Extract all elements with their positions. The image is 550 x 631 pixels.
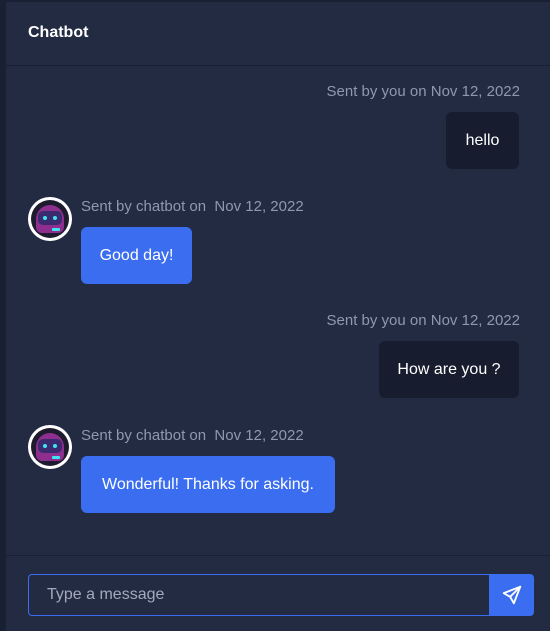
- chat-window: Chatbot Sent by you on Nov 12, 2022 hell…: [0, 0, 550, 631]
- message-meta: Sent by you on Nov 12, 2022: [326, 83, 520, 100]
- chatbot-avatar: [28, 425, 72, 469]
- message-list: Sent by you on Nov 12, 2022 hello Sent b…: [6, 66, 550, 555]
- chat-header: Chatbot: [6, 2, 550, 66]
- message-meta: Sent by you on Nov 12, 2022: [326, 312, 520, 329]
- message-meta: Sent by chatbot on Nov 12, 2022: [81, 427, 304, 444]
- chatbot-avatar: [28, 197, 72, 241]
- robot-icon: [28, 197, 72, 241]
- message-input[interactable]: [28, 574, 490, 616]
- bot-message-bubble: Good day!: [81, 227, 192, 284]
- user-message-bubble: How are you ?: [379, 341, 519, 398]
- send-button[interactable]: [489, 574, 534, 616]
- message-meta: Sent by chatbot on Nov 12, 2022: [81, 198, 304, 215]
- send-icon: [502, 585, 521, 605]
- user-message-bubble: hello: [446, 112, 519, 169]
- chat-title: Chatbot: [28, 24, 89, 41]
- robot-icon: [28, 425, 72, 469]
- bot-message-bubble: Wonderful! Thanks for asking.: [81, 456, 335, 513]
- composer: [6, 555, 550, 631]
